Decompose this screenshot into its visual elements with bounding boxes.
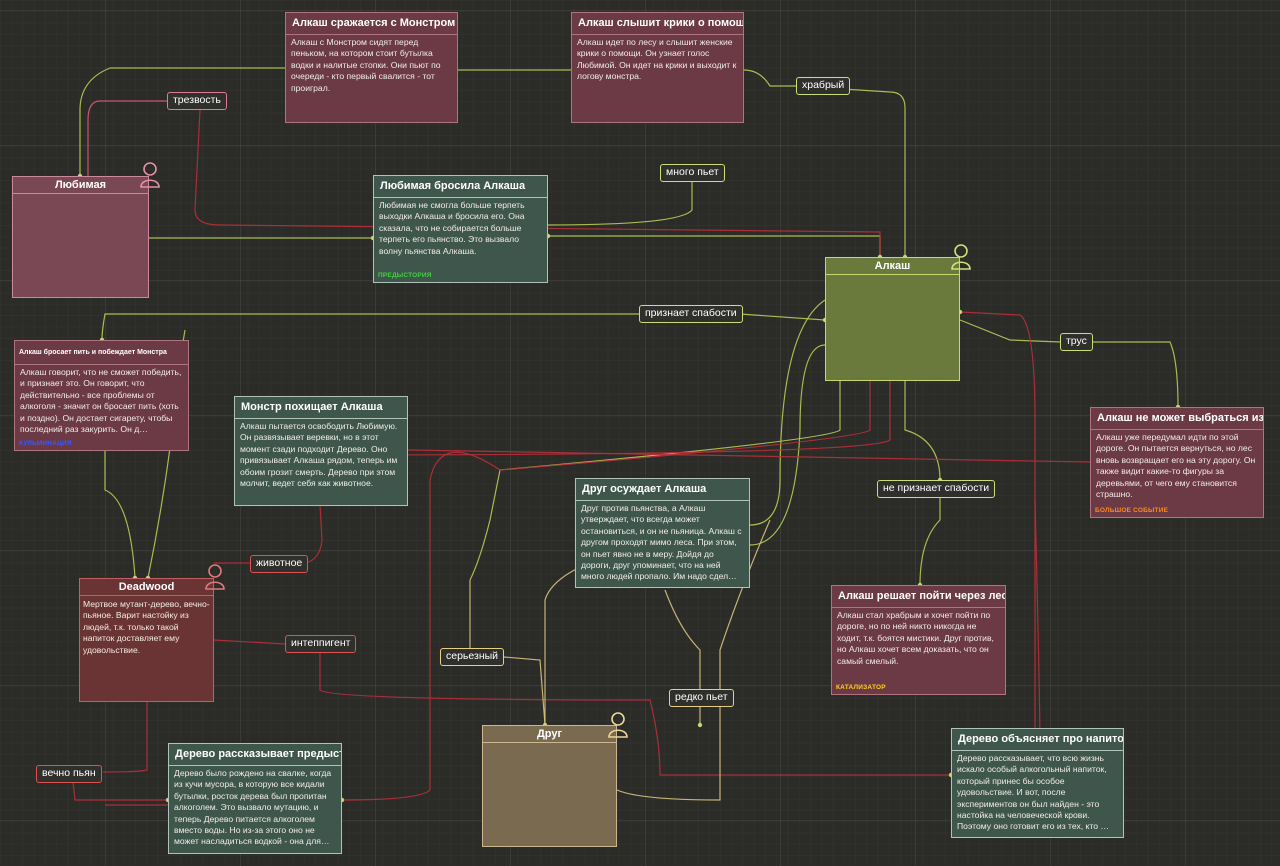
card-tag: ПРЕДЫСТОРИЯ	[378, 272, 432, 279]
connection-wire	[959, 319, 1061, 343]
connection-wire	[749, 299, 826, 526]
relation-label-not-admits[interactable]: не признает спабости	[877, 480, 996, 498]
relation-label-sobriety[interactable]: трезвость	[167, 92, 227, 110]
story-card-cries[interactable]: Алкаш слышит крики о помощи Алкаш идет п…	[571, 12, 744, 123]
card-body: Алкаш идет по лесу и слышит женские крик…	[577, 37, 737, 82]
card-body: Алкаш уже передумал идти по этой дороге.…	[1096, 432, 1256, 500]
relation-label-intelligent[interactable]: интеппигент	[285, 635, 357, 653]
connection-wire	[743, 69, 796, 87]
relation-label-admits[interactable]: признает спабости	[639, 305, 743, 323]
character-node-lyubimaya[interactable]: Любимая	[12, 176, 149, 298]
character-name: Любимая	[13, 177, 148, 194]
card-title: Друг осуждает Алкаша	[576, 479, 749, 501]
relation-label-brave[interactable]: храбрый	[796, 77, 851, 95]
connection-wire	[407, 449, 1091, 463]
card-body: Алкаш говорит, что не сможет победить, и…	[20, 367, 182, 435]
story-card-backstory[interactable]: Дерево рассказывает предысторию Дерево б…	[168, 743, 342, 854]
connection-wire	[213, 639, 286, 645]
relation-label-serious[interactable]: серьезный	[440, 648, 505, 666]
card-title: Алкаш слышит крики о помощи	[572, 13, 743, 35]
card-tag: КУЛЬМИНАЦИЯ	[19, 440, 72, 447]
story-card-lost[interactable]: Алкаш не может выбраться из лесу Алкаш у…	[1090, 407, 1264, 518]
story-card-drink[interactable]: Дерево объясняет про напиток Дерево расс…	[951, 728, 1124, 838]
character-node-drug[interactable]: Друг	[482, 725, 617, 847]
person-outline-icon	[951, 244, 971, 270]
card-title: Алкаш не может выбраться из лесу	[1091, 408, 1263, 430]
card-body: Любимая не смогла больше терпеть выходки…	[379, 200, 525, 256]
relation-label-coward[interactable]: трус	[1060, 333, 1093, 351]
connection-wire	[1034, 499, 1041, 751]
card-title: Монстр похищает Алкаша	[235, 397, 407, 419]
story-card-kidnap[interactable]: Монстр похищает Алкаша Алкаш пытается ос…	[234, 396, 408, 506]
connection-wire	[548, 235, 881, 257]
card-tag: КАТАЛИЗАТОР	[836, 684, 886, 691]
character-node-alkash[interactable]: Алкаш	[825, 257, 960, 381]
card-title: Алкаш сражается с Монстром	[286, 13, 457, 35]
connection-wire	[304, 504, 323, 564]
card-body: Алкаш стал храбрым и хочет пойти по доро…	[837, 610, 994, 666]
connection-wire	[739, 313, 826, 321]
connection-wire	[102, 702, 148, 773]
connection-wire	[503, 656, 546, 726]
character-body: Мертвое мутант-дерево, вечно-пьяное. Вар…	[83, 599, 210, 655]
story-card-lyubimaya-left[interactable]: Любимая бросила Алкаша Любимая не смогла…	[373, 175, 548, 283]
connector-dot	[697, 722, 703, 728]
story-card-quits[interactable]: Алкаш бросает пить и побеждает Монстра А…	[14, 340, 189, 451]
card-tag: БОЛЬШОЕ СОБЫТИЕ	[1095, 507, 1169, 514]
person-outline-icon	[205, 564, 225, 590]
card-body: Друг против пьянства, а Алкаш утверждает…	[581, 503, 742, 582]
connection-wire	[904, 381, 941, 481]
relation-label-animal[interactable]: животное	[250, 555, 309, 573]
connection-wire	[664, 589, 701, 689]
story-card-decides[interactable]: Алкаш решает пойти через лес Алкаш стал …	[831, 585, 1006, 695]
relation-label-drinks-a-lot[interactable]: много пьет	[660, 164, 725, 182]
card-body: Алкаш пытается освободить Любимую. Он ра…	[240, 421, 398, 489]
connection-wire	[101, 313, 639, 341]
character-name: Друг	[483, 726, 616, 743]
card-title: Алкаш бросает пить и побеждает Монстра	[15, 341, 188, 365]
character-node-deadwood[interactable]: Deadwood Мертвое мутант-дерево, вечно-пь…	[79, 578, 214, 702]
card-title: Любимая бросила Алкаша	[374, 176, 547, 198]
connection-wire	[72, 781, 168, 801]
relation-label-always-drunk[interactable]: вечно пьян	[36, 765, 102, 783]
connection-wire	[547, 180, 693, 226]
card-body: Дерево рассказывает, что всю жизнь искал…	[957, 753, 1109, 832]
connection-wire	[919, 498, 941, 586]
character-name: Deadwood	[80, 579, 213, 596]
story-card-condemn[interactable]: Друг осуждает Алкаша Друг против пьянств…	[575, 478, 750, 588]
card-title: Дерево объясняет про напиток	[952, 729, 1123, 751]
card-body: Алкаш с Монстром сидят перед пеньком, на…	[291, 37, 441, 93]
person-outline-icon	[140, 162, 160, 188]
connection-wire	[1092, 341, 1179, 408]
character-name: Алкаш	[826, 258, 959, 275]
story-card-fight[interactable]: Алкаш сражается с Монстром Алкаш с Монст…	[285, 12, 458, 123]
card-title: Алкаш решает пойти через лес	[832, 586, 1005, 608]
card-body: Дерево было рождено на свалке, когда из …	[174, 768, 332, 847]
connection-wire	[104, 451, 136, 579]
connection-wire	[79, 67, 285, 176]
relation-label-rarely[interactable]: редко пьет	[669, 689, 734, 707]
card-title: Дерево рассказывает предысторию	[169, 744, 341, 766]
person-outline-icon	[608, 712, 628, 738]
